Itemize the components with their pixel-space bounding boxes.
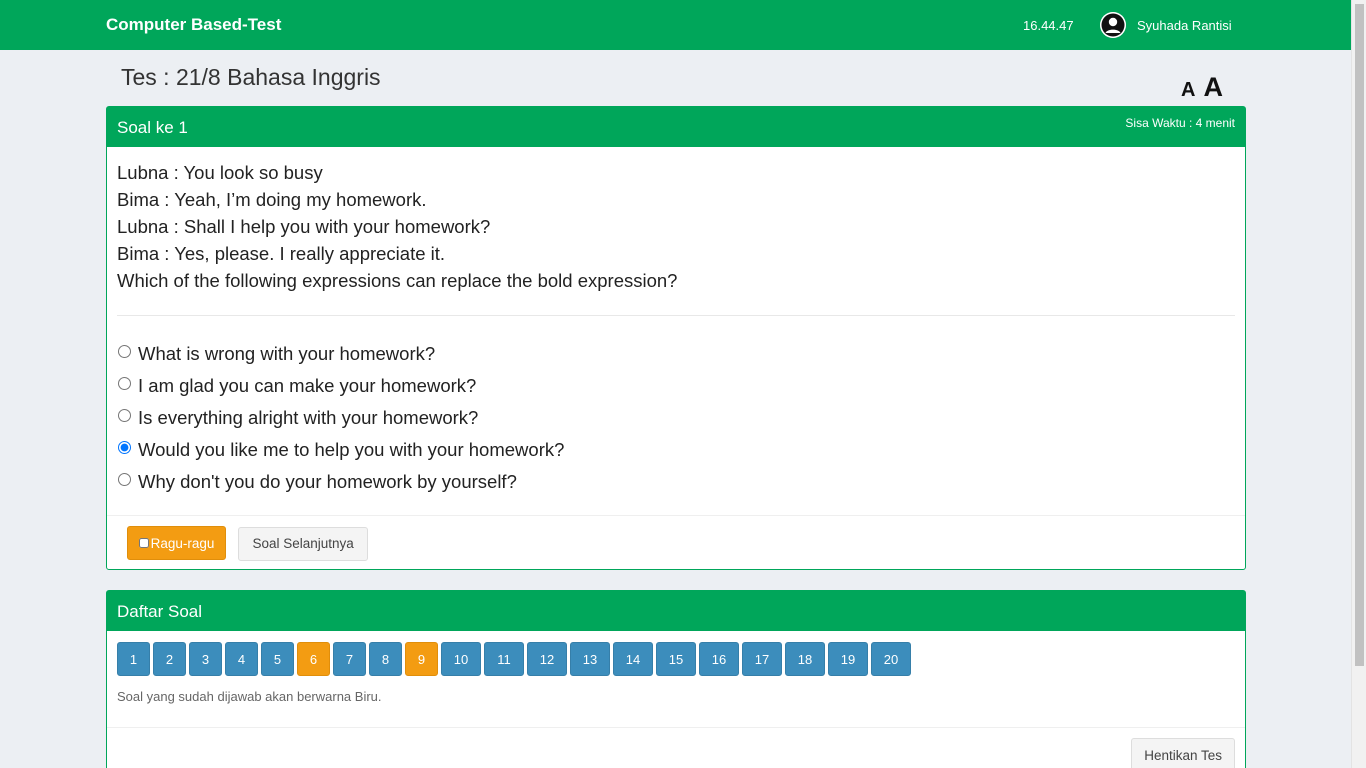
answer-option[interactable]: I am glad you can make your homework? [117, 370, 1235, 402]
answer-radio[interactable] [118, 472, 131, 486]
question-footer: Ragu-ragu Soal Selanjutnya [107, 515, 1245, 569]
question-number-button[interactable]: 3 [189, 642, 222, 676]
answer-label: Is everything alright with your homework… [138, 407, 479, 428]
doubt-checkbox[interactable] [138, 538, 149, 548]
help-text: Soal yang sudah dijawab akan berwarna Bi… [117, 689, 382, 704]
page-title: Tes : 21/8 Bahasa Inggris [121, 64, 381, 90]
question-list-panel: Daftar Soal 1 2 3 4 5 6 7 8 9 10 11 12 13 14 15 16 17 18 1… [106, 590, 1246, 768]
question-list-footer: Hentikan Tes [107, 727, 1245, 768]
question-number-button[interactable]: 18 [785, 642, 825, 676]
question-number-button[interactable]: 14 [613, 642, 653, 676]
answer-radio[interactable] [118, 408, 131, 422]
question-list-header: Daftar Soal [107, 591, 1245, 631]
question-number-button[interactable]: 11 [484, 642, 524, 676]
user-name: Syuhada Rantisi [1137, 17, 1232, 33]
answer-option[interactable]: Why don't you do your homework by yourse… [117, 466, 1235, 498]
question-number-button[interactable]: 19 [828, 642, 868, 676]
user-avatar-icon [1100, 12, 1126, 38]
font-decrease-button[interactable]: A [1181, 79, 1195, 102]
question-line: Which of the following expressions can r… [117, 270, 678, 291]
question-number-button[interactable]: 4 [225, 642, 258, 676]
font-size-controls: A A [1181, 72, 1223, 103]
stop-test-button[interactable]: Hentikan Tes [1131, 738, 1235, 768]
question-header: Soal ke 1 Sisa Waktu : 4 menit [107, 107, 1245, 147]
question-list-title: Daftar Soal [117, 602, 203, 621]
user-menu[interactable]: Syuhada Rantisi [1100, 12, 1232, 38]
answer-radio[interactable] [118, 344, 131, 358]
answer-option[interactable]: What is wrong with your homework? [117, 338, 1235, 370]
answer-option[interactable]: Is everything alright with your homework… [117, 402, 1235, 434]
question-number-button[interactable]: 2 [153, 642, 186, 676]
question-number-button[interactable]: 7 [333, 642, 366, 676]
question-line: Lubna : You look so busy [117, 162, 323, 183]
question-text: Lubna : You look so busy Bima : Yeah, I’… [107, 147, 1245, 294]
remaining-time: Sisa Waktu : 4 menit [1125, 116, 1235, 130]
question-number-button[interactable]: 6 [297, 642, 330, 676]
answer-label: I am glad you can make your homework? [138, 375, 477, 396]
font-increase-button[interactable]: A [1203, 72, 1223, 103]
question-number-button[interactable]: 15 [656, 642, 696, 676]
answer-label: What is wrong with your homework? [138, 343, 436, 364]
question-number-button[interactable]: 16 [699, 642, 739, 676]
doubt-button[interactable]: Ragu-ragu [127, 526, 226, 560]
question-number-button[interactable]: 1 [117, 642, 150, 676]
clock: 16.44.47 [1023, 18, 1074, 33]
question-panel: Soal ke 1 Sisa Waktu : 4 menit Lubna : Y… [106, 106, 1246, 570]
answer-label: Would you like me to help you with your … [138, 439, 565, 460]
page-scrollbar[interactable] [1351, 0, 1366, 768]
question-number-grid: 1 2 3 4 5 6 7 8 9 10 11 12 13 14 15 16 17 18 19 20 [107, 631, 1245, 676]
question-line: Bima : Yes, please. I really appreciate … [117, 243, 446, 264]
question-line: Lubna : Shall I help you with your homew… [117, 216, 491, 237]
question-number-button[interactable]: 20 [871, 642, 911, 676]
doubt-label: Ragu-ragu [150, 535, 215, 551]
answer-option[interactable]: Would you like me to help you with your … [117, 434, 1235, 466]
question-number-button[interactable]: 17 [742, 642, 782, 676]
question-number-button[interactable]: 10 [441, 642, 481, 676]
next-question-button[interactable]: Soal Selanjutnya [238, 526, 368, 561]
question-line: Bima : Yeah, I’m doing my homework. [117, 189, 427, 210]
question-number-button[interactable]: 8 [369, 642, 402, 676]
answer-radio[interactable] [118, 440, 131, 454]
answer-radio[interactable] [118, 376, 131, 390]
question-number-button[interactable]: 12 [527, 642, 567, 676]
question-number-title: Soal ke 1 [117, 118, 188, 137]
question-number-button[interactable]: 5 [261, 642, 294, 676]
answer-label: Why don't you do your homework by yourse… [138, 471, 517, 492]
top-navbar: Computer Based-Test 16.44.47 Syuhada Ran… [0, 0, 1351, 50]
answer-options: What is wrong with your homework? I am g… [107, 316, 1245, 498]
question-number-button[interactable]: 13 [570, 642, 610, 676]
scrollbar-thumb[interactable] [1355, 4, 1364, 666]
question-number-button[interactable]: 9 [405, 642, 438, 676]
app-brand[interactable]: Computer Based-Test [106, 15, 281, 35]
